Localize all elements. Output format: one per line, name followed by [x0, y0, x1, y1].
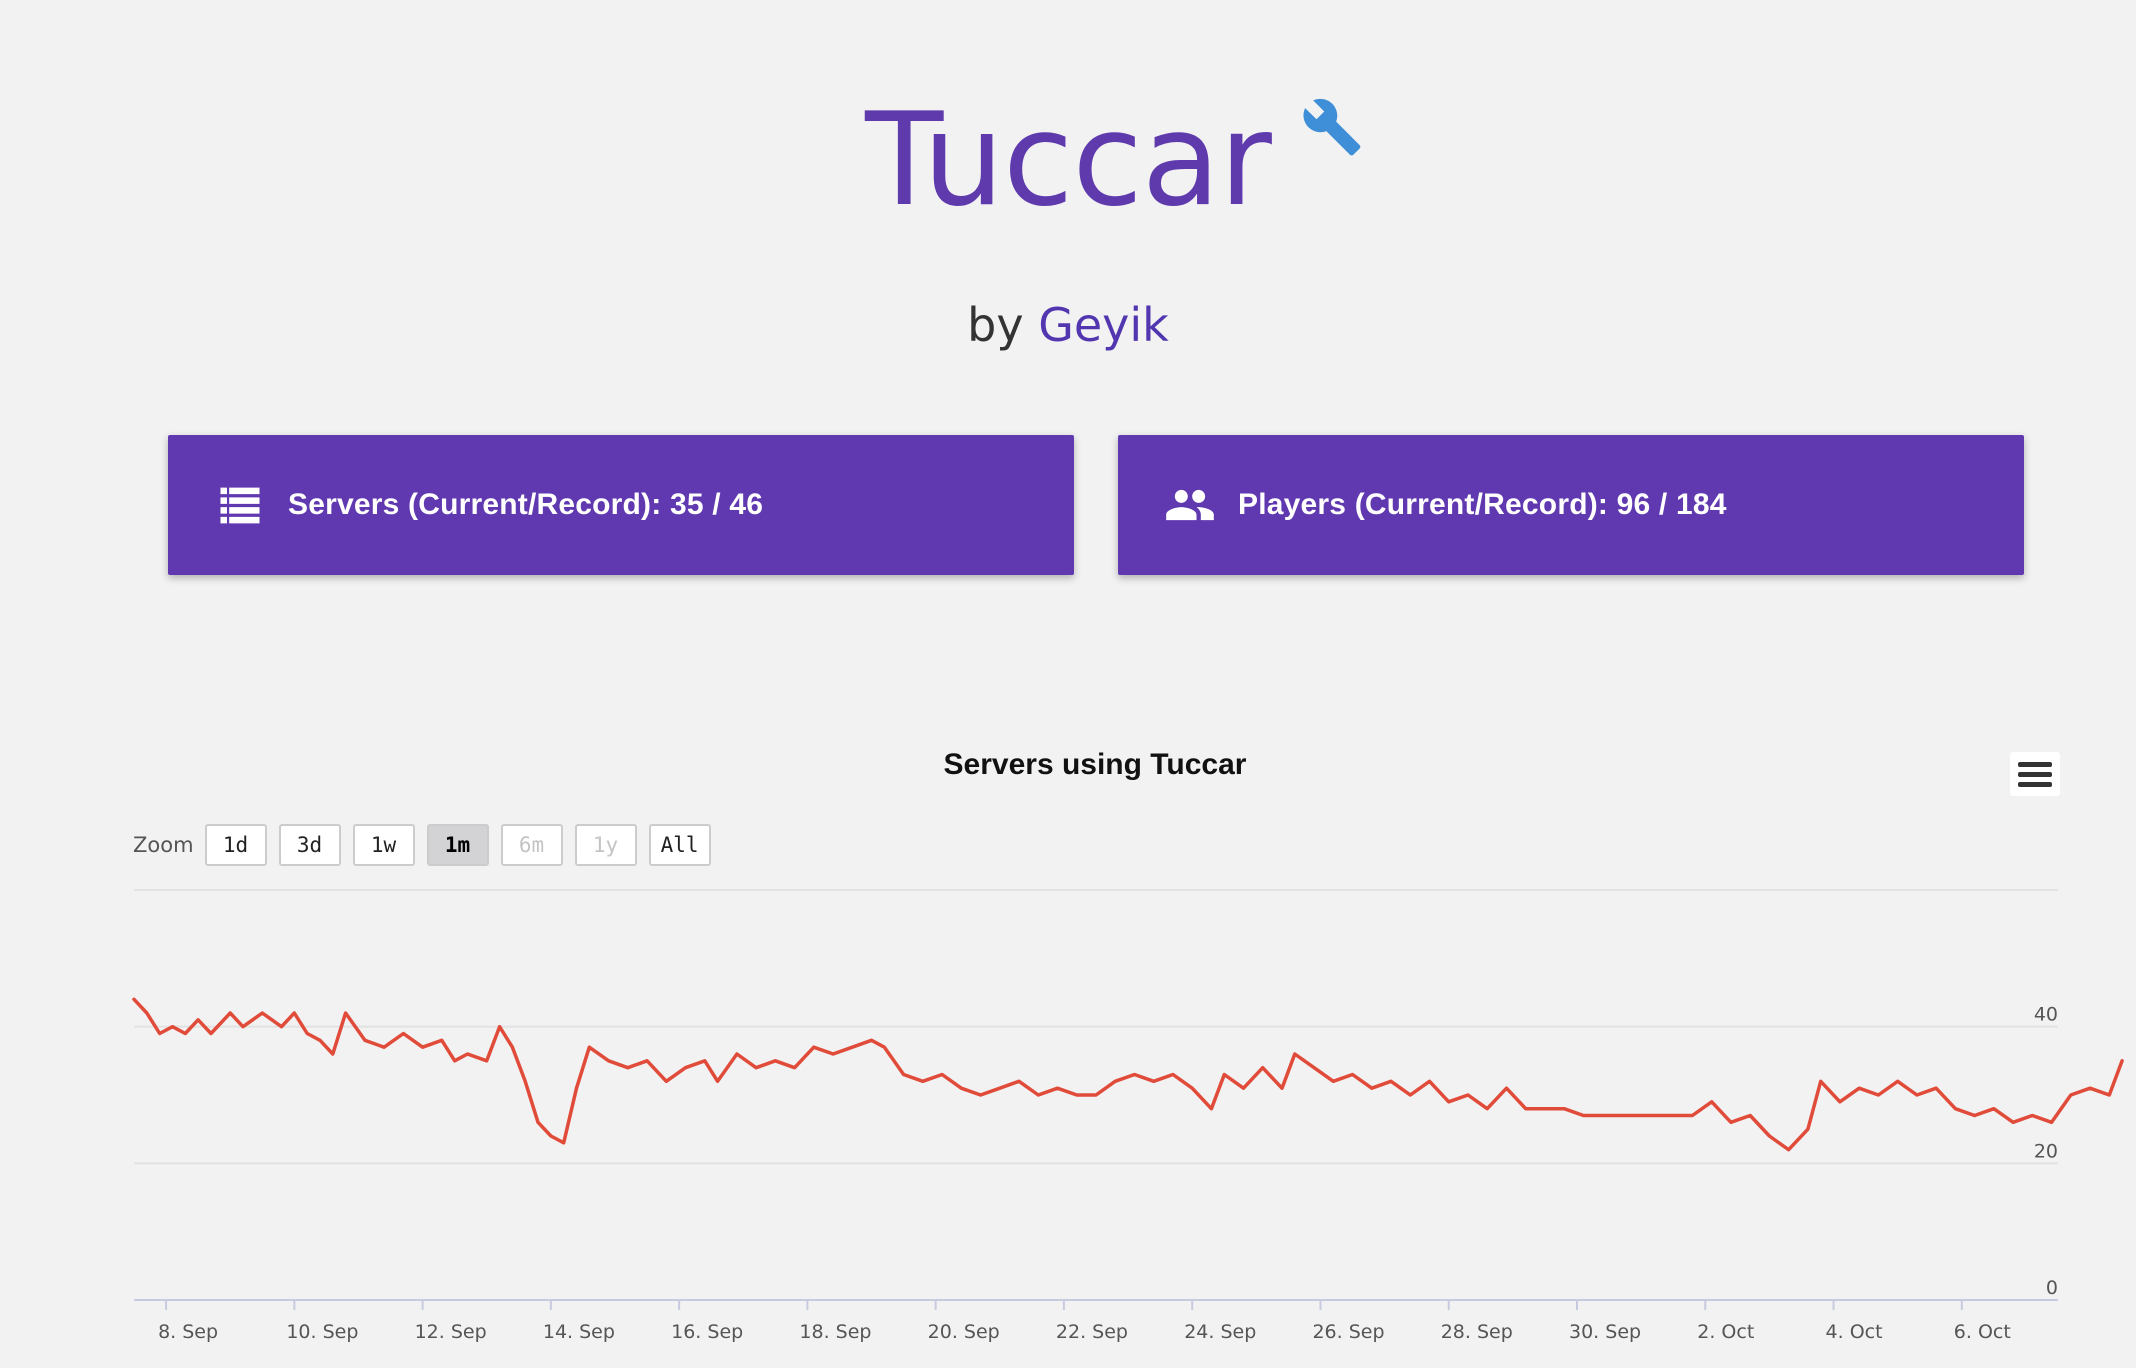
hamburger-icon-line	[2018, 771, 2052, 777]
zoom-1m-button[interactable]: 1m	[426, 824, 489, 866]
server-list-icon	[220, 487, 260, 524]
zoom-3d-button[interactable]: 3d	[278, 824, 341, 866]
x-tick-label: 26. Sep	[1312, 1321, 1384, 1343]
hamburger-icon-line	[2018, 781, 2052, 787]
zoom-1d-button[interactable]: 1d	[204, 824, 267, 866]
x-tick-label: 16. Sep	[671, 1321, 743, 1343]
players-stat-text: Players (Current/Record): 96 / 184	[1238, 488, 1727, 521]
x-tick-label: 4. Oct	[1826, 1321, 1883, 1343]
zoom-6m-button: 6m	[500, 824, 563, 866]
zoom-1y-button: 1y	[574, 824, 637, 866]
site-title: Tuccar	[865, 86, 1272, 235]
x-tick-label: 2. Oct	[1697, 1321, 1754, 1343]
zoom-all-button[interactable]: All	[648, 824, 711, 866]
byline-prefix: by	[967, 298, 1039, 352]
x-tick-label: 14. Sep	[543, 1321, 615, 1343]
byline: by Geyik	[0, 298, 2136, 352]
x-tick-label: 8. Sep	[158, 1321, 218, 1343]
people-icon	[1166, 489, 1214, 521]
servers-stat-text: Servers (Current/Record): 35 / 46	[288, 488, 764, 521]
x-tick-label: 28. Sep	[1441, 1321, 1513, 1343]
x-tick-label: 12. Sep	[415, 1321, 487, 1343]
y-tick-label: 40	[2034, 1004, 2058, 1026]
hamburger-icon-line	[2018, 761, 2052, 767]
y-tick-label: 20	[2034, 1140, 2058, 1162]
chart-menu-button[interactable]	[2010, 752, 2060, 796]
x-tick-label: 6. Oct	[1954, 1321, 2011, 1343]
zoom-1w-button[interactable]: 1w	[352, 824, 415, 866]
page-title: Tuccar	[865, 86, 1361, 236]
author-link[interactable]: Geyik	[1038, 298, 1169, 352]
players-stat-card: Players (Current/Record): 96 / 184	[1118, 435, 2024, 575]
x-tick-label: 18. Sep	[799, 1321, 871, 1343]
x-tick-label: 24. Sep	[1184, 1321, 1256, 1343]
x-tick-label: 30. Sep	[1569, 1321, 1641, 1343]
servers-stat-card: Servers (Current/Record): 35 / 46	[168, 435, 1074, 575]
series-line	[132, 997, 2124, 1152]
x-tick-label: 20. Sep	[928, 1321, 1000, 1343]
zoom-label: Zoom	[133, 833, 194, 857]
y-tick-label: 0	[2046, 1277, 2058, 1299]
x-tick-label: 10. Sep	[286, 1321, 358, 1343]
line-chart: 0 20 40 8. Sep 10. Sep 12. Sep 14. Sep 16. Sep 1…	[132, 889, 2124, 1343]
zoom-selector: Zoom 1d 3d 1w 1m 6m 1y All	[133, 822, 723, 868]
chart-title: Servers using Tuccar	[943, 748, 1247, 781]
wrench-icon[interactable]	[1301, 96, 1363, 158]
x-tick-label: 22. Sep	[1056, 1321, 1128, 1343]
